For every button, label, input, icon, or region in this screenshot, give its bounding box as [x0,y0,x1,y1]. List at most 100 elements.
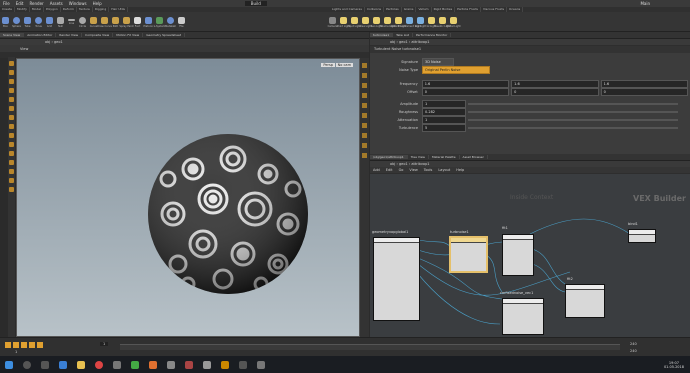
range-start-field[interactable]: 1 [15,350,17,354]
app-icon[interactable] [239,360,247,369]
shelf-tab[interactable]: Deform [61,7,77,12]
shelf-tab[interactable]: Collisions [365,7,385,12]
browser-icon[interactable] [59,360,67,369]
app-icon[interactable] [221,360,229,369]
tab-network-editor[interactable]: /obj/geo1/attribvop1 [370,155,408,159]
scene-viewport[interactable]: Persp No cam [16,58,360,337]
timeline-bar[interactable] [120,344,620,350]
tab-animation-editor[interactable]: Animation Editor [24,33,57,37]
shelf-tab[interactable]: Grains [402,7,417,12]
chrome-icon[interactable] [95,360,103,369]
scale-tool-icon[interactable] [9,88,14,93]
menu-file[interactable]: File [3,1,10,6]
play-icon[interactable] [21,342,27,348]
tab-scene-view[interactable]: Scene View [0,33,25,37]
net-menu-help[interactable]: Help [456,168,464,172]
frequency-x-field[interactable]: 1.6 [421,80,510,88]
offset-x-field[interactable]: 0 [421,88,510,96]
network-editor[interactable]: Inside Context VEX Builder geometryvopgl… [370,174,690,337]
menu-help[interactable]: Help [93,1,102,6]
shelf-tab[interactable]: Rigid Bodies [432,7,456,12]
tab-material-palette[interactable]: Material Palette [429,155,460,159]
current-frame-field[interactable]: 1 [100,342,109,346]
frequency-y-field[interactable]: 1.6 [511,80,599,88]
skip-start-icon[interactable] [5,342,11,348]
display-option-icon[interactable] [362,103,367,108]
move-tool-icon[interactable] [9,70,14,75]
node-turbnoise1[interactable] [450,237,487,272]
net-menu-view[interactable]: View [409,168,417,172]
noise-type-menu[interactable]: Original Perlin Noise [422,66,490,74]
tab-render-view[interactable]: Render View [56,33,83,37]
tool-draw-curve[interactable]: Draw Curve [97,16,112,28]
display-option-icon[interactable] [362,133,367,138]
display-option-icon[interactable] [362,143,367,148]
app-icon[interactable] [113,360,121,369]
app-icon[interactable] [185,360,193,369]
net-menu-edit[interactable]: Edit [386,168,393,172]
tab-geometry-spreadsheet[interactable]: Geometry Spreadsheet [143,33,186,37]
turbulence-slider[interactable] [468,127,678,129]
range-end-field-2[interactable]: 240 [630,349,637,353]
step-forward-icon[interactable] [29,342,35,348]
tool-lsystem[interactable]: L-System [154,16,165,28]
windows-start-icon[interactable] [5,360,13,369]
shelf-tab[interactable]: Hair Utils [109,7,128,12]
lock-tool-icon[interactable] [9,169,14,174]
search-icon[interactable] [23,360,31,369]
tool-torus[interactable]: Torus [33,16,44,28]
tool-metaball[interactable]: Metaball [165,16,176,28]
task-view-icon[interactable] [41,360,49,369]
node-bind1[interactable] [628,229,656,243]
net-menu-add[interactable]: Add [373,168,380,172]
render-tool-icon[interactable] [9,160,14,165]
tool-platonic[interactable]: Platonic [143,16,154,28]
net-menu-layout[interactable]: Layout [438,168,450,172]
folder-icon[interactable] [77,360,85,369]
camera-tool-icon[interactable] [9,151,14,156]
brush-tool-icon[interactable] [9,142,14,147]
menu-edit[interactable]: Edit [16,1,24,6]
tool-line[interactable]: Line [66,19,77,25]
shelf-tab[interactable]: Viscous Fluids [481,7,508,12]
roughness-field[interactable]: 0.282 [422,108,466,116]
menu-windows[interactable]: Windows [69,1,87,6]
tool-grid[interactable]: Grid [44,16,55,28]
display-option-icon[interactable] [362,83,367,88]
select-tool-icon[interactable] [9,61,14,66]
tab-motion-fx-view[interactable]: Motion FX View [113,33,144,37]
pose-tool-icon[interactable] [9,106,14,111]
light-tool-icon[interactable] [9,187,14,192]
tool-sky-light[interactable]: Sky Light [415,16,426,28]
desktop-name[interactable]: Main [640,1,650,6]
param-path[interactable]: obj › geo1 › attribvop1 [390,40,430,44]
shelf-tab[interactable]: Modify [15,7,30,12]
tool-env-light[interactable]: Environment Light [398,16,421,28]
tool-font[interactable]: Font [132,16,143,28]
amplitude-slider[interactable] [468,103,678,105]
node-fit2[interactable] [565,284,605,318]
tool-null[interactable]: Null [55,16,66,28]
tool-tube[interactable]: Tube [22,16,33,28]
node-fit1[interactable] [502,234,534,276]
shelf-tab[interactable]: Rigging [93,7,110,12]
roughness-slider[interactable] [468,111,678,113]
app-icon[interactable] [257,360,265,369]
shelf-tab[interactable]: Lights and Cameras [330,7,365,12]
camera-menu[interactable]: No cam [335,63,353,67]
attenuation-slider[interactable] [468,119,678,121]
shelf-tab[interactable]: Particle Fluids [455,7,481,12]
app-icon[interactable] [131,360,139,369]
signature-menu[interactable]: 3D Noise [422,58,454,66]
shelf-tab[interactable]: Texture [77,7,93,12]
shelf-tab[interactable]: Polygon [44,7,61,12]
shelf-tab[interactable]: Create [0,7,15,12]
node-geometryvopglobal1[interactable] [373,237,420,321]
grid-tool-icon[interactable] [9,178,14,183]
tool-portal-light[interactable]: Portal Light [446,16,461,28]
display-option-icon[interactable] [362,63,367,68]
net-menu-tools[interactable]: Tools [424,168,433,172]
display-option-icon[interactable] [362,93,367,98]
handle-tool-icon[interactable] [9,97,14,102]
tab-turbnoise1[interactable]: turbnoise1 [370,33,394,37]
